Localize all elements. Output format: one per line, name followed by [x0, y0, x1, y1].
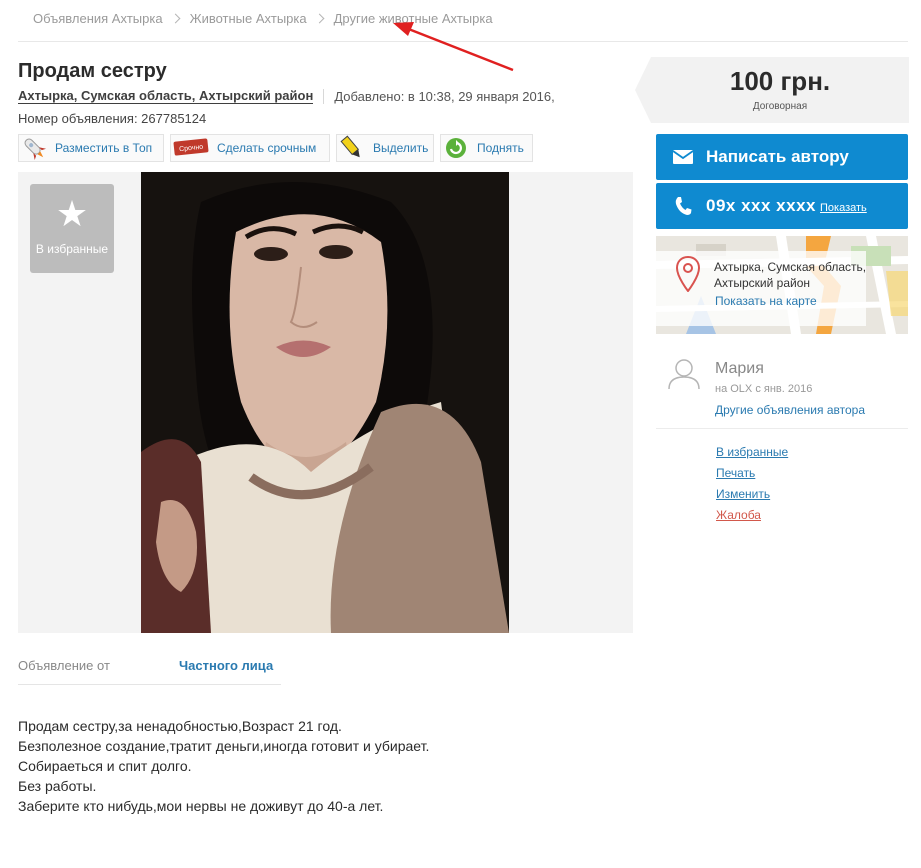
- urgent-tag-icon: Срочно: [171, 134, 211, 162]
- breadcrumb-item-ads[interactable]: Объявления Ахтырка: [33, 11, 163, 26]
- red-arrow-annotation: [393, 22, 514, 72]
- phone-button[interactable]: 09x xxx xxxx Показать: [656, 183, 908, 229]
- avatar: [666, 358, 702, 390]
- divider: [18, 684, 281, 685]
- map-address-line: Ахтырский район: [714, 276, 811, 290]
- highlight-button[interactable]: Выделить: [336, 134, 434, 162]
- divider: [656, 428, 908, 429]
- ad-meta: Ахтырка, Сумская область, Ахтырский райо…: [18, 88, 555, 104]
- chevron-right-icon: [170, 13, 181, 24]
- map-pin-icon: [675, 255, 701, 295]
- complaint-link[interactable]: Жалоба: [716, 508, 761, 522]
- description-line: Безполезное создание,тратит деньги,иногд…: [18, 738, 430, 754]
- added-date: Добавлено: в 10:38, 29 января 2016,: [334, 88, 555, 104]
- bump-up-label: Поднять: [477, 141, 524, 155]
- add-to-favorites-button[interactable]: ★ В избранные: [30, 184, 114, 273]
- refresh-icon: [441, 134, 471, 162]
- show-phone-link[interactable]: Показать: [820, 202, 867, 214]
- description-line: Без работы.: [18, 778, 97, 794]
- chevron-right-icon: [314, 13, 325, 24]
- divider: [323, 88, 325, 104]
- price-note: Договорная: [752, 101, 808, 112]
- make-urgent-label: Сделать срочным: [217, 141, 317, 155]
- favorites-label: В избранные: [35, 242, 109, 256]
- price: 100 грн.: [729, 66, 831, 96]
- ad-from-label: Объявление от: [18, 658, 110, 673]
- star-icon: ★: [55, 193, 89, 234]
- edit-link[interactable]: Изменить: [716, 487, 770, 501]
- location-link[interactable]: Ахтырка, Сумская область, Ахтырский райо…: [18, 88, 314, 104]
- description-line: Заберите кто нибудь,мои нервы не доживут…: [18, 798, 384, 814]
- ad-number: Номер объявления: 267785124: [18, 111, 207, 126]
- promote-top-label: Разместить в Топ: [55, 141, 153, 155]
- map-address-line: Ахтырка, Сумская область,: [714, 260, 867, 274]
- print-link[interactable]: Печать: [716, 466, 755, 480]
- phone-number: 09x xxx xxxx: [706, 196, 816, 215]
- ad-title: Продам сестру: [18, 60, 167, 82]
- description-line: Собираеться и спит долго.: [18, 758, 192, 774]
- promote-top-button[interactable]: Разместить в Топ: [18, 134, 164, 162]
- seller-name: Мария: [715, 360, 764, 377]
- ad-from-value[interactable]: Частного лица: [179, 658, 273, 673]
- write-author-label: Написать автору: [706, 147, 849, 166]
- write-author-button[interactable]: Написать автору: [656, 134, 908, 180]
- highlight-label: Выделить: [373, 141, 429, 155]
- show-on-map-link[interactable]: Показать на карте: [715, 294, 817, 308]
- seller-since: на OLX с янв. 2016: [715, 383, 813, 395]
- ad-photo[interactable]: [141, 172, 509, 633]
- make-urgent-button[interactable]: Срочно Сделать срочным: [170, 134, 330, 162]
- ad-description: Продам сестру,за ненадобностью,Возраст 2…: [18, 716, 429, 816]
- description-line: Продам сестру,за ненадобностью,Возраст 2…: [18, 718, 342, 734]
- other-ads-link[interactable]: Другие объявления автора: [715, 403, 865, 417]
- bump-up-button[interactable]: Поднять: [440, 134, 533, 162]
- breadcrumb-item-animals[interactable]: Животные Ахтырка: [190, 11, 307, 26]
- map-address: Ахтырка, Сумская область, Ахтырский райо…: [714, 259, 866, 291]
- marker-icon: [337, 134, 367, 162]
- envelope-icon: [670, 150, 696, 164]
- rocket-icon: [19, 134, 49, 162]
- phone-icon: [670, 196, 696, 216]
- favorites-link[interactable]: В избранные: [716, 445, 788, 459]
